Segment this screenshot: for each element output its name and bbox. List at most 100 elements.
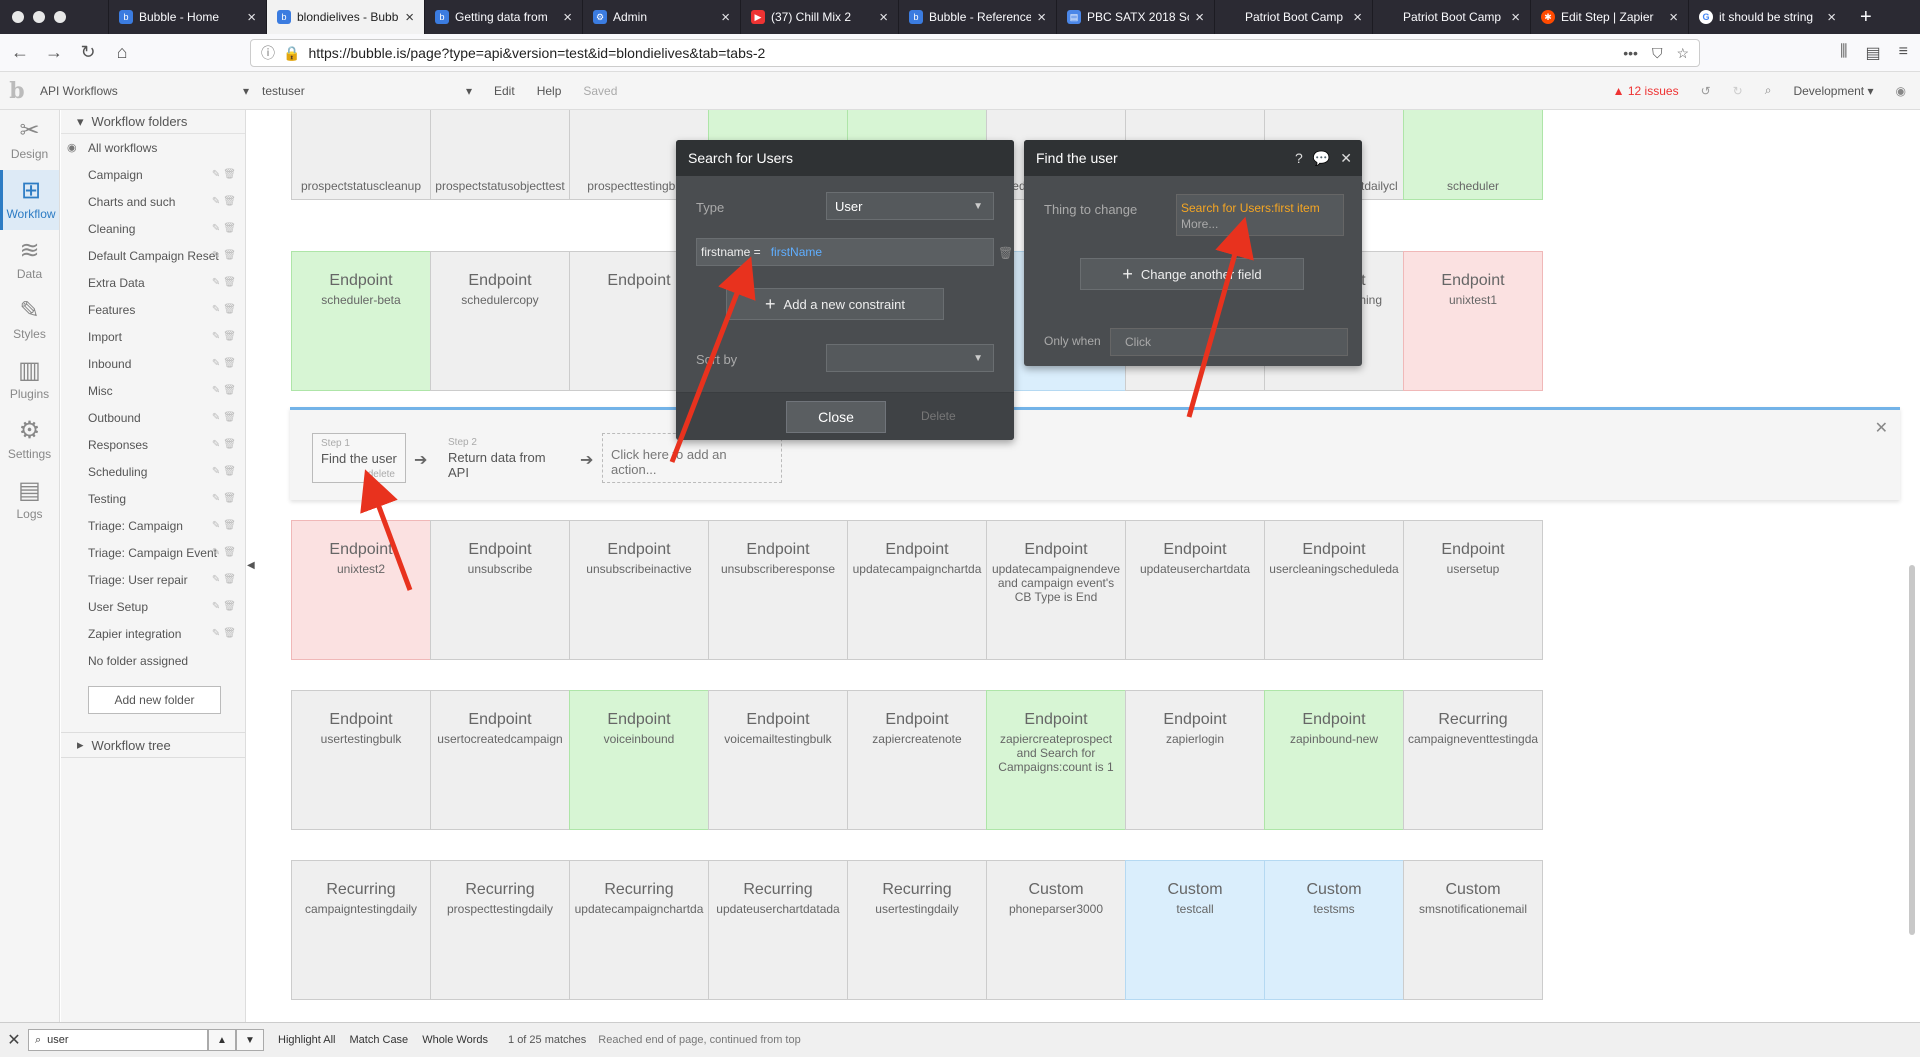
- workflow-card[interactable]: Endpoint voiceinbound: [569, 690, 709, 830]
- thing-to-change-field[interactable]: Search for Users:first item More...: [1176, 194, 1344, 236]
- minimize-window-button[interactable]: [33, 11, 45, 23]
- workflow-card[interactable]: Endpoint zapinbound-new: [1264, 690, 1404, 830]
- folder-item[interactable]: ✎🗑 Triage: User repair: [61, 566, 245, 593]
- edit-delete-icons[interactable]: ✎🗑: [212, 358, 239, 369]
- nav-styles[interactable]: ✎ Styles: [0, 290, 59, 350]
- workflow-card[interactable]: Endpoint unixtest1: [1403, 251, 1543, 391]
- folder-item[interactable]: ✎🗑 Extra Data: [61, 269, 245, 296]
- search-icon[interactable]: ⌕: [1765, 83, 1772, 98]
- edit-delete-icons[interactable]: ✎🗑: [212, 574, 239, 585]
- whole-words-toggle[interactable]: Whole Words: [422, 1034, 488, 1046]
- environment-selector[interactable]: Development ▾: [1793, 84, 1873, 98]
- constraint-value[interactable]: firstName: [771, 245, 822, 259]
- add-constraint-button[interactable]: + Add a new constraint: [726, 288, 944, 320]
- edit-delete-icons[interactable]: ✎🗑: [212, 331, 239, 342]
- folder-item[interactable]: ✎🗑 Charts and such: [61, 188, 245, 215]
- folder-item[interactable]: ✎🗑 Triage: Campaign: [61, 512, 245, 539]
- close-tab-icon[interactable]: ×: [879, 10, 888, 25]
- close-find-icon[interactable]: ✕: [0, 1030, 28, 1050]
- eye-icon[interactable]: ◉: [67, 141, 77, 154]
- close-icon[interactable]: ✕: [1340, 150, 1352, 167]
- library-icon[interactable]: ⫼: [1840, 43, 1847, 63]
- folder-item[interactable]: ✎🗑 Outbound: [61, 404, 245, 431]
- folder-item[interactable]: ✎🗑 Inbound: [61, 350, 245, 377]
- close-tab-icon[interactable]: ×: [1827, 10, 1836, 25]
- workflow-card[interactable]: Endpoint updatecampaignchartda: [847, 520, 987, 660]
- browser-tab[interactable]: Patriot Boot Camp ×: [1372, 0, 1530, 34]
- nav-workflow[interactable]: ⊞ Workflow: [0, 170, 59, 230]
- search-panel-header[interactable]: Search for Users: [676, 140, 1014, 176]
- more-link[interactable]: More...: [1181, 217, 1339, 231]
- nav-design[interactable]: ✂ Design: [0, 110, 59, 170]
- workflow-card[interactable]: Recurring updateuserchartdatada: [708, 860, 848, 1000]
- browser-tab[interactable]: ⚙ Admin ×: [582, 0, 740, 34]
- change-another-field-button[interactable]: + Change another field: [1080, 258, 1304, 290]
- folder-item[interactable]: ✎🗑 Testing: [61, 485, 245, 512]
- canvas-scrollbar[interactable]: [1909, 565, 1915, 935]
- workflow-card[interactable]: Endpoint zapierlogin: [1125, 690, 1265, 830]
- workflow-card[interactable]: Endpoint updateuserchartdata: [1125, 520, 1265, 660]
- collapse-panel-icon[interactable]: ◀: [247, 560, 255, 571]
- workflow-card[interactable]: Endpoint unsubscriberesponse: [708, 520, 848, 660]
- only-when-input[interactable]: Click: [1110, 328, 1348, 356]
- nav-data[interactable]: ≋ Data: [0, 230, 59, 290]
- edit-delete-icons[interactable]: ✎🗑: [212, 169, 239, 180]
- folder-item[interactable]: ✎🗑 Campaign: [61, 161, 245, 188]
- sort-by-dropdown[interactable]: ▼: [826, 344, 994, 372]
- folder-item[interactable]: ◉ All workflows: [61, 134, 245, 161]
- url-bar[interactable]: ⓘ 🔒 https://bubble.is/page?type=api&vers…: [250, 39, 1700, 67]
- undo-icon[interactable]: ↺: [1701, 84, 1711, 98]
- step-1-card[interactable]: Step 1 Find the user delete: [312, 433, 406, 483]
- folder-item[interactable]: ✎🗑 Misc: [61, 377, 245, 404]
- page-actions-icon[interactable]: •••: [1623, 45, 1638, 62]
- folder-item[interactable]: ✎🗑 Zapier integration: [61, 620, 245, 647]
- folder-item[interactable]: ✎🗑 Scheduling: [61, 458, 245, 485]
- edit-delete-icons[interactable]: ✎🗑: [212, 223, 239, 234]
- workflow-card[interactable]: prospectstatusobjecttest: [430, 110, 570, 200]
- thing-to-change-value[interactable]: Search for Users:first item: [1181, 201, 1339, 215]
- find-previous-button[interactable]: ▲: [208, 1029, 236, 1051]
- close-tab-icon[interactable]: ×: [1669, 10, 1678, 25]
- workflow-card[interactable]: Recurring campaigntestingdaily: [291, 860, 431, 1000]
- browser-tab[interactable]: Patriot Boot Camp ×: [1214, 0, 1372, 34]
- back-button[interactable]: ←: [6, 39, 34, 67]
- find-next-button[interactable]: ▼: [236, 1029, 264, 1051]
- workflow-card[interactable]: Endpoint unsubscribeinactive: [569, 520, 709, 660]
- close-tab-icon[interactable]: ×: [405, 10, 414, 25]
- add-action-button[interactable]: Click here to add an action...: [602, 433, 782, 483]
- bubble-logo-icon[interactable]: b: [0, 78, 34, 104]
- add-folder-button[interactable]: Add new folder: [88, 686, 221, 714]
- edit-delete-icons[interactable]: ✎🗑: [212, 628, 239, 639]
- match-case-toggle[interactable]: Match Case: [349, 1034, 408, 1046]
- maximize-window-button[interactable]: [54, 11, 66, 23]
- browser-tab[interactable]: b blondielives - Bubble ×: [266, 0, 424, 34]
- browser-tab[interactable]: b Bubble - Home ×: [108, 0, 266, 34]
- edit-delete-icons[interactable]: ✎🗑: [212, 412, 239, 423]
- help-icon[interactable]: ?: [1295, 150, 1303, 167]
- edit-delete-icons[interactable]: ✎🗑: [212, 520, 239, 531]
- workflow-card[interactable]: Endpoint usercleaningscheduleda: [1264, 520, 1404, 660]
- workflow-card[interactable]: Recurring campaigneventtestingda: [1403, 690, 1543, 830]
- folder-item[interactable]: ✎🗑 Responses: [61, 431, 245, 458]
- edit-delete-icons[interactable]: ✎🗑: [212, 493, 239, 504]
- workflow-card[interactable]: Custom testcall: [1125, 860, 1265, 1000]
- reload-button[interactable]: ↻: [74, 39, 102, 67]
- workflow-card[interactable]: prospectstatuscleanup: [291, 110, 431, 200]
- close-tab-icon[interactable]: ×: [1511, 10, 1520, 25]
- workflow-card[interactable]: Recurring usertestingdaily: [847, 860, 987, 1000]
- browser-tab[interactable]: Git should be string ×: [1688, 0, 1846, 34]
- workflow-tree-header[interactable]: ▸ Workflow tree: [61, 732, 246, 758]
- browser-tab[interactable]: ✱ Edit Step | Zapier ×: [1530, 0, 1688, 34]
- workflow-card[interactable]: Endpoint unixtest2: [291, 520, 431, 660]
- close-button[interactable]: Close: [786, 401, 886, 433]
- close-tab-icon[interactable]: ×: [1353, 10, 1362, 25]
- info-icon[interactable]: ⓘ: [261, 43, 275, 63]
- workflow-card[interactable]: Custom testsms: [1264, 860, 1404, 1000]
- step-1-delete-link[interactable]: delete: [368, 469, 395, 480]
- redo-icon[interactable]: ↻: [1733, 84, 1743, 98]
- type-dropdown[interactable]: User ▼: [826, 192, 994, 220]
- edit-delete-icons[interactable]: ✎🗑: [212, 304, 239, 315]
- edit-menu[interactable]: Edit: [494, 84, 515, 98]
- close-tab-icon[interactable]: ×: [721, 10, 730, 25]
- pocket-icon[interactable]: ⛉: [1652, 45, 1663, 62]
